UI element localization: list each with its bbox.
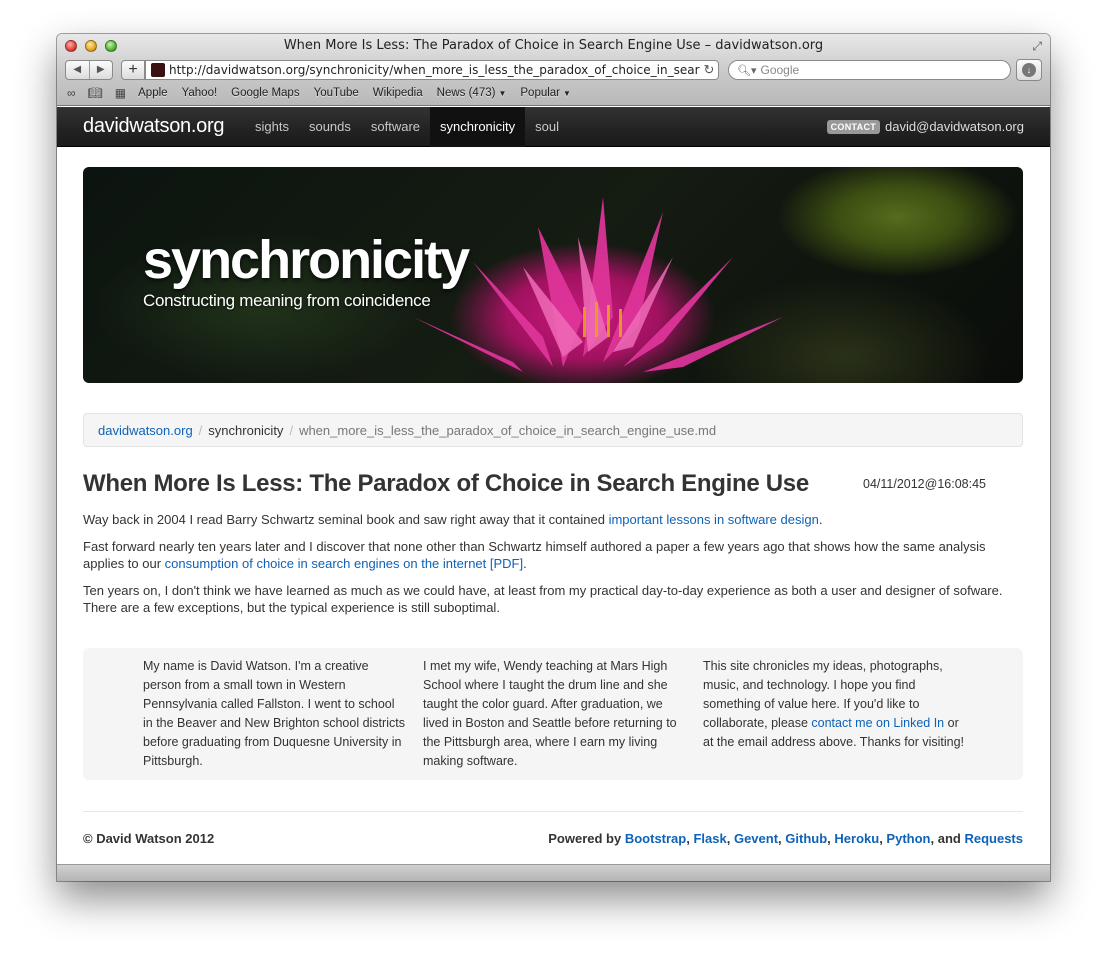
footer-powered-by: Powered by Bootstrap, Flask, Gevent, Git…: [548, 831, 1023, 846]
top-sites-grid-icon[interactable]: ▦: [115, 86, 126, 100]
search-placeholder: Google: [760, 63, 800, 77]
chevron-down-icon: ▼: [498, 89, 507, 98]
breadcrumb: davidwatson.org / synchronicity / when_m…: [83, 413, 1023, 447]
hero-title: synchronicity: [143, 230, 470, 290]
download-arrow-icon: ↓: [1022, 62, 1036, 77]
site-brand-link[interactable]: davidwatson.org: [83, 115, 224, 138]
footer-divider: [83, 811, 1023, 812]
forward-arrow-icon[interactable]: ▶: [88, 61, 113, 79]
window-bottom-bar: [57, 864, 1050, 881]
bookmark-news-label: News (473): [436, 87, 496, 99]
footer-link-github[interactable]: Github: [785, 831, 827, 846]
paragraph-end: .: [523, 556, 527, 571]
back-arrow-icon[interactable]: ◀: [66, 61, 89, 79]
breadcrumb-section[interactable]: synchronicity: [208, 423, 283, 438]
breadcrumb-home-link[interactable]: davidwatson.org: [98, 423, 193, 438]
nav-link-sounds[interactable]: sounds: [299, 107, 361, 147]
footer-link-python[interactable]: Python: [886, 831, 930, 846]
site-navbar: davidwatson.org sights sounds software s…: [57, 107, 1050, 147]
linkedin-contact-link[interactable]: contact me on Linked In: [811, 716, 944, 730]
footer-link-requests[interactable]: Requests: [964, 831, 1023, 846]
bookmarks-bar: ∞ 📖︎ ▦ Apple Yahoo! Google Maps YouTube …: [67, 85, 1040, 101]
contact-badge: CONTACT: [826, 119, 881, 134]
bookmark-news-folder[interactable]: News (473) ▼: [437, 87, 507, 99]
browser-toolbar: ◀ ▶ + http://davidwatson.org/synchronici…: [65, 59, 1042, 81]
paragraph-end: .: [818, 512, 823, 527]
hero-subtitle: Constructing meaning from coincidence: [143, 291, 431, 310]
paragraph-text: Way back in 2004 I read Barry Schwartz s…: [83, 512, 609, 527]
footer-copyright: © David Watson 2012: [83, 831, 215, 846]
post-title: When More Is Less: The Paradox of Choice…: [83, 470, 809, 497]
add-bookmark-button[interactable]: +: [121, 60, 145, 80]
nav-link-software[interactable]: software: [361, 107, 430, 147]
bookmark-wikipedia[interactable]: Wikipedia: [373, 87, 423, 99]
bookmark-apple[interactable]: Apple: [138, 87, 167, 99]
post-timestamp: 04/11/2012@16:08:45: [863, 477, 986, 491]
nav-link-sights[interactable]: sights: [245, 107, 299, 147]
footer-link-heroku[interactable]: Heroku: [834, 831, 879, 846]
software-design-link[interactable]: important lessons in software design: [609, 512, 819, 527]
browser-chrome: When More Is Less: The Paradox of Choice…: [57, 34, 1050, 106]
breadcrumb-file: when_more_is_less_the_paradox_of_choice_…: [299, 422, 717, 438]
footer-and: and: [937, 831, 961, 846]
footer-link-flask[interactable]: Flask: [693, 831, 726, 846]
post-paragraph: Ten years on, I don't think we have lear…: [83, 582, 1003, 616]
search-choice-pdf-link[interactable]: consumption of choice in search engines …: [165, 556, 523, 571]
url-text[interactable]: http://davidwatson.org/synchronicity/whe…: [169, 63, 700, 77]
about-well: My name is David Watson. I'm a creative …: [83, 648, 1023, 780]
hero-banner: synchronicity Constructing meaning from …: [83, 167, 1023, 383]
nav-link-soul[interactable]: soul: [525, 107, 569, 147]
bookmark-youtube[interactable]: YouTube: [314, 87, 359, 99]
search-field[interactable]: 🔍︎▾ Google: [728, 60, 1011, 80]
search-icon: 🔍︎▾: [737, 64, 757, 77]
bookmark-popular-label: Popular: [520, 87, 561, 99]
reading-list-icon[interactable]: ∞: [67, 86, 76, 100]
address-bar[interactable]: http://davidwatson.org/synchronicity/whe…: [145, 60, 719, 80]
window-title: When More Is Less: The Paradox of Choice…: [283, 38, 824, 53]
breadcrumb-separator: /: [198, 422, 203, 438]
back-forward-buttons: ◀ ▶: [65, 60, 113, 80]
site-favicon-icon: [151, 63, 165, 77]
fullscreen-icon[interactable]: ⤢: [1032, 39, 1042, 54]
reload-icon[interactable]: ↻: [700, 62, 718, 78]
breadcrumb-separator: /: [289, 422, 294, 438]
nav-links: sights sounds software synchronicity sou…: [245, 107, 569, 147]
downloads-button[interactable]: ↓: [1016, 59, 1042, 81]
contact-link[interactable]: CONTACT david@davidwatson.org: [826, 119, 1024, 134]
bookmark-yahoo[interactable]: Yahoo!: [182, 87, 218, 99]
contact-email[interactable]: david@davidwatson.org: [885, 119, 1024, 134]
about-column-bio: My name is David Watson. I'm a creative …: [143, 659, 405, 768]
browser-window: When More Is Less: The Paradox of Choice…: [57, 34, 1050, 881]
bookmark-popular-folder[interactable]: Popular ▼: [520, 87, 571, 99]
post-body: Way back in 2004 I read Barry Schwartz s…: [83, 511, 1003, 626]
post-paragraph: Fast forward nearly ten years later and …: [83, 538, 1003, 573]
about-column-family: I met my wife, Wendy teaching at Mars Hi…: [423, 659, 677, 768]
about-column-site: This site chronicles my ideas, photograp…: [703, 657, 965, 752]
bookmarks-book-icon[interactable]: 📖︎: [88, 86, 103, 100]
web-page: davidwatson.org sights sounds software s…: [57, 107, 1050, 881]
post-paragraph: Way back in 2004 I read Barry Schwartz s…: [83, 511, 1003, 529]
chevron-down-icon: ▼: [563, 89, 571, 98]
nav-link-synchronicity[interactable]: synchronicity: [430, 107, 526, 147]
bookmark-google-maps[interactable]: Google Maps: [231, 87, 299, 99]
footer-link-bootstrap[interactable]: Bootstrap: [625, 831, 686, 846]
powered-by-label: Powered by: [548, 831, 622, 846]
footer-link-gevent[interactable]: Gevent: [734, 831, 778, 846]
